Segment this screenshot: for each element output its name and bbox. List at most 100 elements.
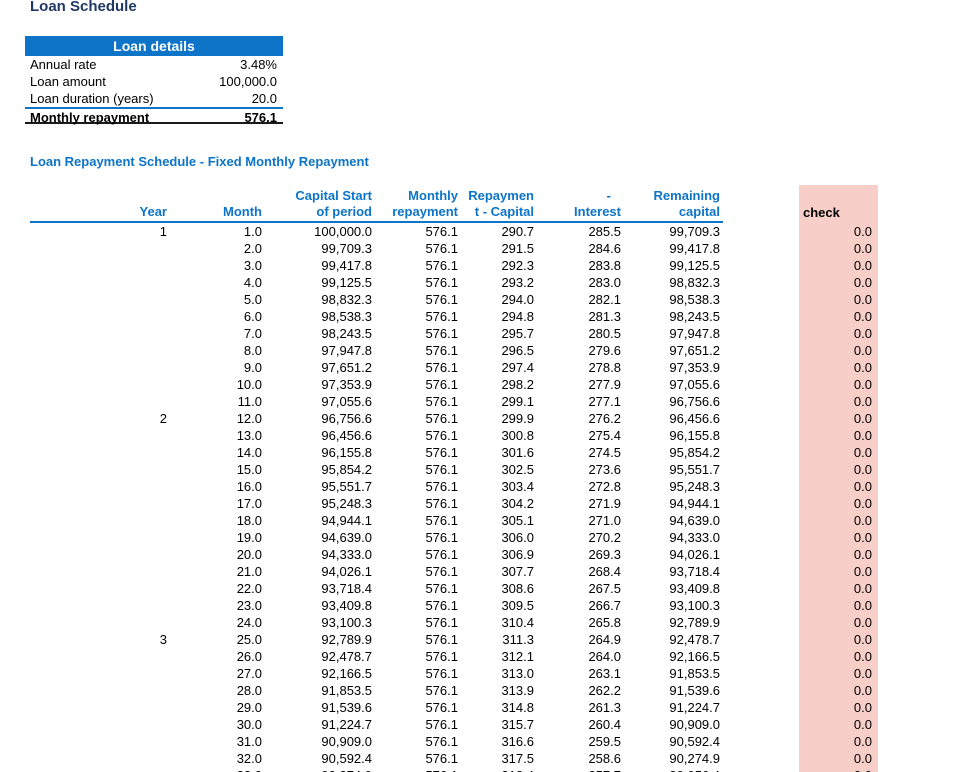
- interest-cell[interactable]: 262.2: [537, 682, 624, 699]
- year-cell[interactable]: 1: [30, 222, 170, 240]
- check-cell[interactable]: 0.0: [799, 342, 878, 359]
- repayment-capital-cell[interactable]: 290.7: [461, 222, 537, 240]
- interest-cell[interactable]: 271.9: [537, 495, 624, 512]
- year-cell[interactable]: [30, 359, 170, 376]
- capital-start-cell[interactable]: 96,756.6: [265, 410, 375, 427]
- check-cell[interactable]: 0.0: [799, 393, 878, 410]
- capital-start-cell[interactable]: 90,274.9: [265, 767, 375, 772]
- check-cell[interactable]: 0.0: [799, 376, 878, 393]
- repayment-capital-cell[interactable]: 312.1: [461, 648, 537, 665]
- remaining-capital-cell[interactable]: 90,592.4: [624, 733, 723, 750]
- interest-cell[interactable]: 280.5: [537, 325, 624, 342]
- month-cell[interactable]: 25.0: [170, 631, 265, 648]
- remaining-capital-cell[interactable]: 92,789.9: [624, 614, 723, 631]
- capital-start-cell[interactable]: 100,000.0: [265, 222, 375, 240]
- year-cell[interactable]: [30, 461, 170, 478]
- repayment-capital-cell[interactable]: 305.1: [461, 512, 537, 529]
- check-cell[interactable]: 0.0: [799, 631, 878, 648]
- year-cell[interactable]: [30, 529, 170, 546]
- interest-cell[interactable]: 283.0: [537, 274, 624, 291]
- capital-start-cell[interactable]: 95,248.3: [265, 495, 375, 512]
- monthly-repayment-cell[interactable]: 576.1: [375, 546, 461, 563]
- month-cell[interactable]: 14.0: [170, 444, 265, 461]
- month-cell[interactable]: 10.0: [170, 376, 265, 393]
- month-cell[interactable]: 16.0: [170, 478, 265, 495]
- loan-amount-value[interactable]: 100,000.0: [219, 73, 283, 90]
- check-cell[interactable]: 0.0: [799, 222, 878, 240]
- interest-cell[interactable]: 269.3: [537, 546, 624, 563]
- monthly-repayment-cell[interactable]: 576.1: [375, 461, 461, 478]
- capital-start-cell[interactable]: 92,789.9: [265, 631, 375, 648]
- monthly-repayment-value[interactable]: 576.1: [244, 109, 283, 125]
- interest-cell[interactable]: 278.8: [537, 359, 624, 376]
- month-cell[interactable]: 1.0: [170, 222, 265, 240]
- repayment-capital-cell[interactable]: 303.4: [461, 478, 537, 495]
- repayment-capital-cell[interactable]: 306.9: [461, 546, 537, 563]
- month-cell[interactable]: 24.0: [170, 614, 265, 631]
- capital-start-cell[interactable]: 94,333.0: [265, 546, 375, 563]
- monthly-repayment-cell[interactable]: 576.1: [375, 733, 461, 750]
- capital-start-cell[interactable]: 94,026.1: [265, 563, 375, 580]
- interest-cell[interactable]: 263.1: [537, 665, 624, 682]
- month-cell[interactable]: 11.0: [170, 393, 265, 410]
- year-cell[interactable]: [30, 733, 170, 750]
- monthly-repayment-cell[interactable]: 576.1: [375, 427, 461, 444]
- remaining-capital-cell[interactable]: 94,639.0: [624, 512, 723, 529]
- capital-start-cell[interactable]: 95,551.7: [265, 478, 375, 495]
- check-cell[interactable]: 0.0: [799, 495, 878, 512]
- month-cell[interactable]: 19.0: [170, 529, 265, 546]
- repayment-capital-cell[interactable]: 313.9: [461, 682, 537, 699]
- check-cell[interactable]: 0.0: [799, 648, 878, 665]
- remaining-capital-cell[interactable]: 97,651.2: [624, 342, 723, 359]
- year-cell[interactable]: [30, 291, 170, 308]
- monthly-repayment-cell[interactable]: 576.1: [375, 393, 461, 410]
- remaining-capital-cell[interactable]: 97,947.8: [624, 325, 723, 342]
- month-cell[interactable]: 12.0: [170, 410, 265, 427]
- check-cell[interactable]: 0.0: [799, 325, 878, 342]
- monthly-repayment-cell[interactable]: 576.1: [375, 716, 461, 733]
- year-cell[interactable]: [30, 580, 170, 597]
- monthly-repayment-cell[interactable]: 576.1: [375, 682, 461, 699]
- month-cell[interactable]: 2.0: [170, 240, 265, 257]
- repayment-capital-cell[interactable]: 300.8: [461, 427, 537, 444]
- monthly-repayment-cell[interactable]: 576.1: [375, 614, 461, 631]
- monthly-repayment-cell[interactable]: 576.1: [375, 291, 461, 308]
- monthly-repayment-cell[interactable]: 576.1: [375, 308, 461, 325]
- interest-cell[interactable]: 283.8: [537, 257, 624, 274]
- year-cell[interactable]: [30, 665, 170, 682]
- capital-start-cell[interactable]: 90,909.0: [265, 733, 375, 750]
- loan-duration-value[interactable]: 20.0: [252, 90, 283, 107]
- capital-start-cell[interactable]: 99,417.8: [265, 257, 375, 274]
- remaining-capital-cell[interactable]: 95,248.3: [624, 478, 723, 495]
- remaining-capital-cell[interactable]: 93,100.3: [624, 597, 723, 614]
- repayment-capital-cell[interactable]: 310.4: [461, 614, 537, 631]
- monthly-repayment-cell[interactable]: 576.1: [375, 495, 461, 512]
- monthly-repayment-cell[interactable]: 576.1: [375, 478, 461, 495]
- repayment-capital-cell[interactable]: 316.6: [461, 733, 537, 750]
- month-cell[interactable]: 20.0: [170, 546, 265, 563]
- capital-start-cell[interactable]: 97,055.6: [265, 393, 375, 410]
- interest-cell[interactable]: 257.7: [537, 767, 624, 772]
- remaining-capital-cell[interactable]: 94,944.1: [624, 495, 723, 512]
- capital-start-cell[interactable]: 96,456.6: [265, 427, 375, 444]
- check-cell[interactable]: 0.0: [799, 240, 878, 257]
- capital-start-cell[interactable]: 93,100.3: [265, 614, 375, 631]
- check-cell[interactable]: 0.0: [799, 274, 878, 291]
- year-cell[interactable]: [30, 767, 170, 772]
- year-cell[interactable]: [30, 597, 170, 614]
- year-cell[interactable]: [30, 427, 170, 444]
- check-cell[interactable]: 0.0: [799, 580, 878, 597]
- check-cell[interactable]: 0.0: [799, 699, 878, 716]
- interest-cell[interactable]: 282.1: [537, 291, 624, 308]
- repayment-capital-cell[interactable]: 301.6: [461, 444, 537, 461]
- year-cell[interactable]: [30, 614, 170, 631]
- repayment-capital-cell[interactable]: 317.5: [461, 750, 537, 767]
- interest-cell[interactable]: 268.4: [537, 563, 624, 580]
- year-cell[interactable]: [30, 342, 170, 359]
- capital-start-cell[interactable]: 92,478.7: [265, 648, 375, 665]
- remaining-capital-cell[interactable]: 93,409.8: [624, 580, 723, 597]
- interest-cell[interactable]: 260.4: [537, 716, 624, 733]
- interest-cell[interactable]: 274.5: [537, 444, 624, 461]
- remaining-capital-cell[interactable]: 99,417.8: [624, 240, 723, 257]
- year-cell[interactable]: [30, 325, 170, 342]
